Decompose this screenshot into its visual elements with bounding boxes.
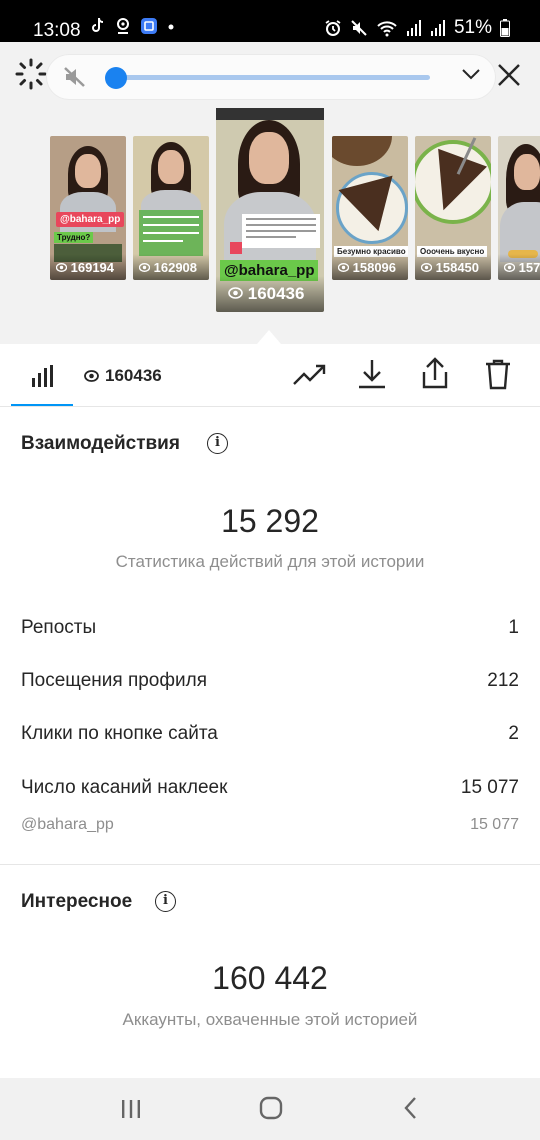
alarm-icon bbox=[325, 20, 341, 36]
app-icon bbox=[141, 18, 157, 34]
story-views: 160436 bbox=[228, 284, 304, 304]
progress-knob[interactable] bbox=[104, 67, 127, 89]
recent-apps-icon[interactable] bbox=[120, 1098, 142, 1120]
stat-label: Репосты bbox=[21, 617, 97, 638]
signal-icon bbox=[406, 20, 421, 36]
interactions-subtitle: Статистика действий для этой истории bbox=[115, 552, 425, 571]
stat-row-profile-visits: Посещения профиля 212 bbox=[21, 670, 519, 692]
story-thumbnail[interactable]: Безумно красиво 158096 bbox=[332, 136, 408, 280]
story-views: 162908 bbox=[138, 260, 197, 275]
stat-value: 1 bbox=[508, 617, 519, 638]
stat-label: @bahara_pp bbox=[21, 816, 114, 833]
story-views: 157 bbox=[503, 260, 540, 275]
stat-value: 212 bbox=[487, 670, 519, 691]
discovery-title: Интересное bbox=[21, 891, 133, 912]
story-thumbnail[interactable]: 157 bbox=[498, 136, 540, 280]
views-count: 160436 bbox=[84, 366, 162, 386]
discovery-total: 160 442 bbox=[212, 960, 328, 996]
stat-row-reposts: Репосты 1 bbox=[21, 617, 519, 639]
bar-chart-icon[interactable] bbox=[30, 364, 54, 388]
stat-label: Посещения профиля bbox=[21, 670, 207, 691]
story-thumbnail[interactable]: @bahara_pp Трудно? 169194 bbox=[50, 136, 126, 280]
dot-icon bbox=[168, 24, 174, 30]
story-thumbnail-selected[interactable]: @bahara_pp 160436 bbox=[216, 108, 324, 312]
share-icon[interactable] bbox=[420, 356, 450, 390]
status-bar: 13:08 51% bbox=[0, 0, 540, 42]
stat-subrow-mention: @bahara_pp 15 077 bbox=[21, 816, 519, 834]
stories-strip: @bahara_pp Трудно? 169194 162908 @bahara… bbox=[0, 108, 540, 344]
signal-icon bbox=[430, 20, 445, 36]
trending-icon[interactable] bbox=[292, 362, 328, 388]
info-icon[interactable]: i bbox=[155, 891, 176, 912]
status-right-icons: 51% bbox=[324, 17, 510, 39]
home-icon[interactable] bbox=[259, 1096, 283, 1120]
story-views: 158450 bbox=[420, 260, 479, 275]
close-icon[interactable] bbox=[496, 62, 522, 88]
insights-action-bar: 160436 bbox=[0, 344, 540, 407]
eye-icon bbox=[138, 263, 151, 272]
interactions-total: 15 292 bbox=[221, 503, 319, 539]
selected-story-pointer bbox=[257, 330, 281, 344]
views-count-value: 160436 bbox=[105, 366, 162, 385]
eye-icon bbox=[55, 263, 68, 272]
stat-value: 15 077 bbox=[470, 816, 519, 833]
battery-icon bbox=[500, 19, 510, 37]
back-icon[interactable] bbox=[402, 1096, 420, 1120]
loading-spinner-icon[interactable] bbox=[14, 57, 48, 91]
status-time: 13:08 bbox=[33, 20, 81, 41]
eye-icon bbox=[337, 263, 350, 272]
stat-row-website-clicks: Клики по кнопке сайта 2 bbox=[21, 723, 519, 745]
story-player-controls bbox=[0, 42, 540, 108]
trash-icon[interactable] bbox=[484, 358, 512, 390]
eye-icon bbox=[503, 263, 516, 272]
story-mention-tag: @bahara_pp bbox=[56, 212, 125, 227]
tab-indicator bbox=[11, 404, 73, 406]
wifi-icon bbox=[377, 21, 397, 37]
info-icon[interactable]: i bbox=[207, 433, 228, 454]
progress-track[interactable] bbox=[106, 75, 430, 80]
story-thumbnail[interactable]: 162908 bbox=[133, 136, 209, 280]
story-views: 169194 bbox=[55, 260, 114, 275]
stat-value: 15 077 bbox=[460, 777, 519, 798]
sound-off-icon[interactable] bbox=[62, 65, 88, 89]
stat-row-sticker-taps: Число касаний наклеек 15 077 bbox=[21, 777, 519, 799]
stat-label: Число касаний наклеек bbox=[21, 777, 228, 798]
download-icon[interactable] bbox=[357, 358, 387, 390]
mute-icon bbox=[351, 20, 367, 36]
interactions-title: Взаимодействия bbox=[21, 433, 180, 454]
eye-icon bbox=[420, 263, 433, 272]
tiktok-icon bbox=[92, 17, 104, 32]
eye-icon bbox=[84, 370, 99, 382]
stat-label: Клики по кнопке сайта bbox=[21, 723, 218, 744]
stat-value: 2 bbox=[508, 723, 519, 744]
location-icon bbox=[117, 18, 129, 34]
system-nav-bar bbox=[0, 1078, 540, 1140]
chevron-down-icon[interactable] bbox=[460, 66, 482, 82]
section-divider bbox=[0, 864, 540, 865]
eye-icon bbox=[228, 287, 243, 299]
story-caption: Трудно? bbox=[54, 232, 94, 243]
battery-percent: 51% bbox=[453, 17, 492, 38]
discovery-subtitle: Аккаунты, охваченные этой историей bbox=[122, 1010, 418, 1029]
status-left-icons bbox=[90, 17, 175, 35]
story-views: 158096 bbox=[337, 260, 396, 275]
story-thumbnail[interactable]: Ооочень вкусно 158450 bbox=[415, 136, 491, 280]
